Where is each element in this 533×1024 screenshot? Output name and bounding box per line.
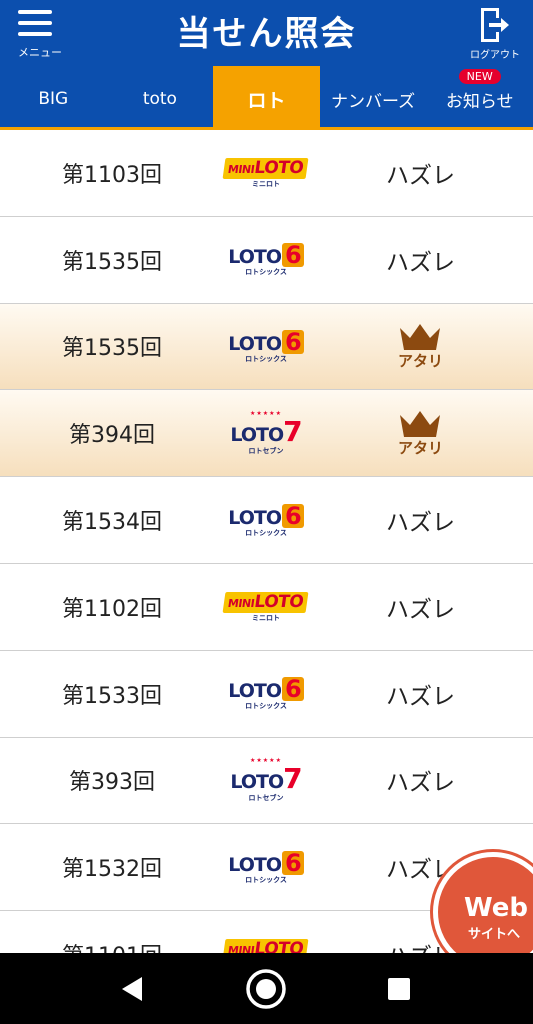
tab-label: ロト	[247, 89, 286, 112]
app-header: メニュー 当せん照会 ログアウト	[0, 0, 533, 66]
recent-apps-icon[interactable]	[388, 978, 410, 1000]
system-nav-bar	[0, 953, 533, 1024]
back-icon[interactable]	[118, 975, 144, 1003]
crown-icon	[400, 323, 441, 350]
result-row[interactable]: 第1535回 LOTO 6 ロトシックス ハズレ	[0, 217, 533, 304]
tab-label: お知らせ	[445, 91, 514, 112]
logo-wordmark: MINILOTO	[222, 157, 310, 179]
logo-wordmark: LOTO7	[230, 415, 302, 449]
logo-caption: ロトセブン	[248, 447, 284, 456]
lose-result: ハズレ	[386, 683, 455, 710]
win-result: アタリ	[308, 322, 533, 371]
web-button-label: Web	[464, 893, 528, 923]
tab-news[interactable]: NEW お知らせ	[426, 66, 533, 128]
logout-icon	[481, 8, 509, 42]
tab-loto[interactable]: ロト	[213, 66, 320, 128]
loto6-logo: LOTO 6 ロトシックス	[224, 321, 308, 371]
logo-caption: ミニロト	[251, 613, 280, 622]
hamburger-icon	[18, 10, 52, 38]
logo-wordmark: LOTO 6	[228, 243, 304, 268]
loto7-logo: ★★★★★ LOTO7 ロトセブン	[224, 755, 308, 805]
logo-wordmark: LOTO7	[230, 762, 302, 796]
home-icon[interactable]	[245, 968, 287, 1010]
category-tabs: BIG toto ロト ナンバーズ NEW お知らせ	[0, 66, 533, 128]
win-label: アタリ	[397, 351, 443, 370]
tab-numbers[interactable]: ナンバーズ	[320, 66, 427, 128]
result-list[interactable]: 第1103回 MINILOTO ミニロト ハズレ 第1535回 LOTO 6 ロトシックス ハズ…	[0, 130, 533, 953]
result-row[interactable]: 第1534回 LOTO 6 ロトシックス ハズレ	[0, 477, 533, 564]
logo-caption: ロトシックス	[245, 354, 287, 363]
logo-wordmark: MINILOTO	[222, 939, 310, 953]
tab-label: toto	[142, 89, 177, 109]
tab-big[interactable]: BIG	[0, 66, 107, 128]
tab-label: BIG	[38, 89, 69, 109]
round-number: 第1101回	[0, 938, 224, 953]
round-number: 第1535回	[62, 249, 162, 275]
menu-label: メニュー	[18, 46, 62, 59]
result-row[interactable]: 第394回 ★★★★★ LOTO7 ロトセブン アタリ	[0, 390, 533, 478]
tab-label: ナンバーズ	[331, 91, 416, 112]
loto6-logo: LOTO 6 ロトシックス	[224, 235, 308, 285]
logo-wordmark: LOTO 6	[228, 677, 304, 702]
result-row[interactable]: 第393回 ★★★★★ LOTO7 ロトセブン ハズレ	[0, 738, 533, 825]
round-number: 第394回	[69, 423, 155, 449]
lose-result: ハズレ	[386, 249, 455, 276]
miniloto-logo: MINILOTOミニロト	[222, 582, 310, 632]
logo-wordmark: LOTO 6	[228, 503, 304, 528]
logout-button[interactable]: ログアウト	[467, 6, 523, 62]
stars-decoration: ★★★★★	[250, 410, 282, 418]
new-badge: NEW	[458, 69, 501, 84]
lose-result: ハズレ	[386, 510, 455, 537]
logo-caption: ロトシックス	[245, 528, 287, 537]
tab-toto[interactable]: toto	[107, 66, 214, 128]
round-number: 第1102回	[62, 596, 162, 622]
page-title: 当せん照会	[176, 14, 357, 54]
miniloto-logo: MINILOTOミニロト	[222, 929, 310, 953]
logo-caption: ロトシックス	[245, 875, 287, 884]
round-number: 第1534回	[62, 510, 162, 536]
win-result: アタリ	[308, 409, 533, 458]
loto6-logo: LOTO 6 ロトシックス	[224, 495, 308, 545]
loto7-logo: ★★★★★ LOTO7 ロトセブン	[224, 408, 308, 458]
lose-result: ハズレ	[386, 596, 455, 623]
result-row[interactable]: 第1103回 MINILOTO ミニロト ハズレ	[0, 130, 533, 217]
round-number: 第1533回	[62, 683, 162, 709]
result-row[interactable]: 第1102回 MINILOTO ミニロト ハズレ	[0, 564, 533, 651]
round-number: 第1535回	[62, 336, 162, 362]
logo-wordmark: LOTO 6	[228, 850, 304, 875]
web-button-sublabel: サイトへ	[468, 927, 521, 942]
round-number: 第1532回	[62, 857, 162, 883]
miniloto-logo: MINILOTOミニロト	[222, 148, 310, 198]
logo-caption: ロトシックス	[245, 268, 287, 277]
logout-label: ログアウト	[470, 50, 520, 61]
stars-decoration: ★★★★★	[250, 757, 282, 765]
lose-result: ハズレ	[386, 162, 455, 189]
win-label: アタリ	[397, 438, 443, 457]
logo-wordmark: LOTO 6	[228, 329, 304, 354]
round-number: 第1103回	[62, 162, 162, 188]
crown-icon	[400, 410, 441, 437]
lose-result: ハズレ	[386, 770, 455, 797]
logo-caption: ロトシックス	[245, 702, 287, 711]
logo-caption: ロトセブン	[248, 794, 284, 803]
loto6-logo: LOTO 6 ロトシックス	[224, 669, 308, 719]
loto6-logo: LOTO 6 ロトシックス	[224, 842, 308, 892]
logo-caption: ミニロト	[251, 179, 280, 188]
result-row[interactable]: 第1535回 LOTO 6 ロトシックス アタリ	[0, 303, 533, 391]
round-number: 第393回	[69, 770, 155, 796]
menu-button[interactable]: メニュー	[12, 8, 68, 60]
result-row[interactable]: 第1533回 LOTO 6 ロトシックス ハズレ	[0, 651, 533, 738]
logo-wordmark: MINILOTO	[222, 591, 310, 613]
